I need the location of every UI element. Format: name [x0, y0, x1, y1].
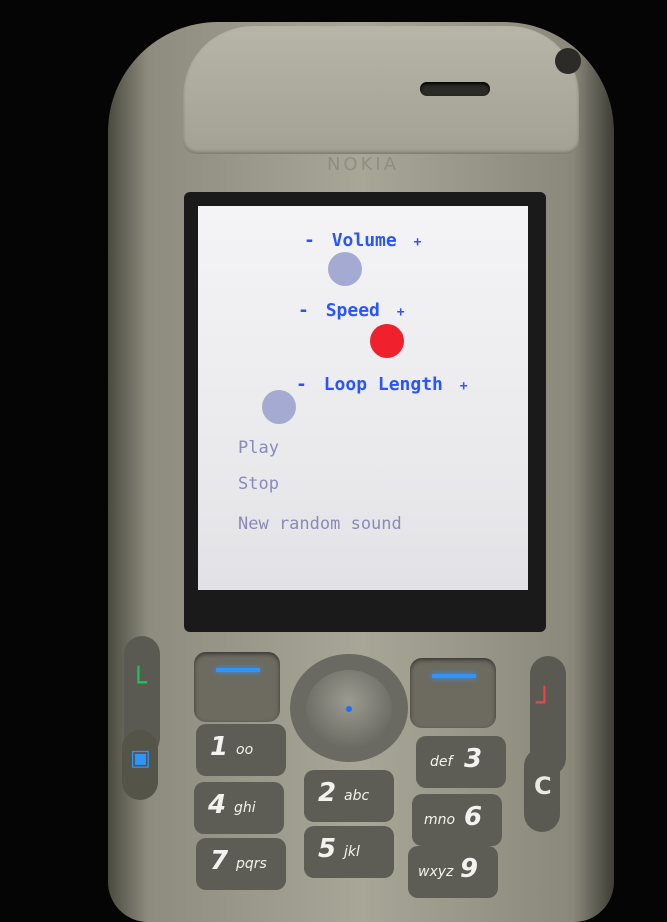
loop-length-label: Loop Length — [323, 374, 443, 395]
volume-control-label[interactable]: - Volume + — [304, 230, 427, 251]
call-icon: └ — [130, 666, 147, 699]
volume-minus-button[interactable]: - — [304, 230, 315, 251]
key-4-digit: 4 — [208, 790, 227, 820]
key-6[interactable]: 6 mno — [412, 794, 502, 846]
key-6-digit: 6 — [464, 802, 483, 832]
stop-menu-item[interactable]: Stop — [238, 474, 279, 494]
key-5[interactable]: 5 jkl — [304, 826, 394, 878]
key-1-letters: oo — [236, 742, 254, 758]
key-5-digit: 5 — [318, 834, 337, 864]
key-3-digit: 3 — [464, 744, 483, 774]
sensor-dot — [555, 48, 581, 74]
key-7[interactable]: 7 pqrs — [196, 838, 286, 890]
speed-minus-button[interactable]: - — [298, 300, 309, 321]
key-1[interactable]: 1 oo — [196, 724, 286, 776]
nav-center-dot — [346, 706, 352, 712]
key-9-letters: wxyz — [418, 864, 454, 880]
navigation-key[interactable] — [290, 654, 408, 762]
key-4[interactable]: 4 ghi — [194, 782, 284, 834]
left-softkey-indicator — [216, 668, 260, 672]
volume-knob[interactable] — [328, 252, 362, 286]
end-call-icon: ┘ — [536, 686, 553, 719]
right-softkey[interactable] — [410, 658, 496, 728]
key-2-letters: abc — [344, 788, 370, 804]
loop-length-minus-button[interactable]: - — [296, 374, 307, 395]
menu-key-icon: ▣ — [130, 746, 151, 771]
key-2-digit: 2 — [318, 778, 337, 808]
key-1-digit: 1 — [210, 732, 229, 762]
key-5-letters: jkl — [344, 844, 360, 860]
key-7-digit: 7 — [210, 846, 229, 876]
key-9[interactable]: 9 wxyz — [408, 846, 498, 898]
key-9-digit: 9 — [460, 854, 479, 884]
loop-length-knob[interactable] — [262, 390, 296, 424]
speaker-grille — [420, 82, 490, 96]
brand-logo: NOKIA — [326, 154, 400, 175]
key-6-letters: mno — [424, 812, 456, 828]
loop-length-control-label[interactable]: - Loop Length + — [296, 374, 474, 395]
speed-knob[interactable] — [370, 324, 404, 358]
key-7-letters: pqrs — [236, 856, 267, 872]
key-2[interactable]: 2 abc — [304, 770, 394, 822]
loop-length-plus-button[interactable]: + — [460, 379, 468, 394]
volume-label: Volume — [331, 230, 397, 251]
speed-label: Speed — [325, 300, 380, 321]
volume-plus-button[interactable]: + — [414, 235, 422, 250]
right-softkey-indicator — [432, 674, 476, 678]
speed-control-label[interactable]: - Speed + — [298, 300, 411, 321]
key-3-letters: def — [430, 754, 453, 770]
key-4-letters: ghi — [234, 800, 256, 816]
navigation-center[interactable] — [306, 670, 392, 748]
app-screen: - Volume + - Speed + - Loop Length + Pla… — [198, 206, 528, 590]
left-softkey[interactable] — [194, 652, 280, 722]
new-random-sound-menu-item[interactable]: New random sound — [238, 514, 402, 534]
earpiece-panel — [183, 26, 581, 154]
key-3[interactable]: 3 def — [416, 736, 506, 788]
clear-key-label: C — [534, 772, 552, 800]
speed-plus-button[interactable]: + — [397, 305, 405, 320]
clear-key[interactable]: C — [524, 748, 560, 832]
menu-key[interactable]: ▣ — [122, 730, 158, 800]
play-menu-item[interactable]: Play — [238, 438, 279, 458]
